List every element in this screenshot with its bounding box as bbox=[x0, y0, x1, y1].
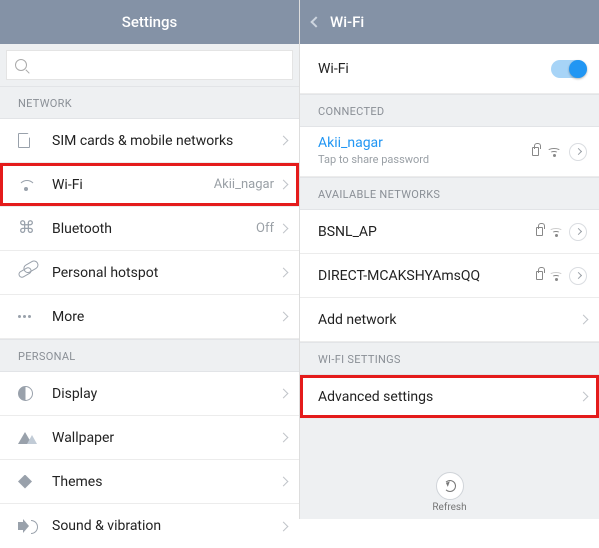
more-icon bbox=[18, 315, 31, 318]
row-label: Bluetooth bbox=[52, 221, 256, 237]
network-row[interactable]: DIRECT-MCAKSHYAmsQQ bbox=[300, 254, 599, 298]
row-label: Display bbox=[52, 386, 280, 402]
wifi-signal-icon bbox=[547, 145, 561, 159]
row-label: More bbox=[52, 309, 280, 325]
network-ssid: DIRECT-MCAKSHYAmsQQ bbox=[318, 268, 530, 284]
row-label: Themes bbox=[52, 474, 280, 490]
row-label: SIM cards & mobile networks bbox=[52, 133, 280, 149]
search-icon bbox=[15, 59, 27, 71]
row-wallpaper[interactable]: Wallpaper bbox=[0, 416, 299, 460]
lock-icon bbox=[532, 147, 539, 156]
row-display[interactable]: Display bbox=[0, 372, 299, 416]
details-button[interactable] bbox=[569, 143, 587, 161]
refresh-icon bbox=[444, 480, 456, 492]
search-input[interactable] bbox=[6, 50, 293, 80]
search-bar-wrap bbox=[0, 44, 299, 86]
bluetooth-icon: ⌘ bbox=[18, 220, 35, 237]
chevron-right-icon bbox=[579, 315, 589, 325]
display-icon bbox=[18, 386, 33, 401]
network-ssid: BSNL_AP bbox=[318, 224, 530, 240]
row-label: Wi-Fi bbox=[52, 177, 214, 193]
details-button[interactable] bbox=[569, 223, 587, 241]
row-value: Akii_nagar bbox=[214, 177, 274, 192]
refresh-control[interactable]: Refresh bbox=[300, 472, 599, 513]
chevron-right-icon bbox=[279, 224, 289, 234]
connected-network[interactable]: Akii_nagar Tap to share password bbox=[300, 127, 599, 177]
row-label: Wallpaper bbox=[52, 430, 280, 446]
row-hotspot[interactable]: Personal hotspot bbox=[0, 251, 299, 295]
refresh-label: Refresh bbox=[432, 502, 466, 513]
section-header-available: AVAILABLE NETWORKS bbox=[300, 177, 599, 210]
row-wifi[interactable]: Wi-Fi Akii_nagar bbox=[0, 163, 299, 207]
row-label: Add network bbox=[318, 312, 574, 328]
chevron-right-icon bbox=[279, 389, 289, 399]
hotspot-icon bbox=[17, 266, 33, 279]
wifi-toggle[interactable] bbox=[551, 60, 587, 78]
themes-icon bbox=[18, 475, 32, 489]
details-button[interactable] bbox=[569, 267, 587, 285]
chevron-right-icon bbox=[279, 268, 289, 278]
wifi-icon bbox=[18, 179, 34, 191]
wifi-header: Wi-Fi bbox=[300, 0, 599, 44]
row-label: Advanced settings bbox=[318, 389, 574, 405]
refresh-button[interactable] bbox=[436, 472, 464, 500]
section-header-wifi-settings: WI-FI SETTINGS bbox=[300, 342, 599, 375]
row-more[interactable]: More bbox=[0, 295, 299, 339]
row-label: Wi-Fi bbox=[318, 61, 545, 77]
wifi-title: Wi-Fi bbox=[330, 13, 364, 31]
chevron-right-icon bbox=[279, 136, 289, 146]
chevron-right-icon bbox=[279, 180, 289, 190]
chevron-right-icon bbox=[279, 477, 289, 487]
row-bluetooth[interactable]: ⌘ Bluetooth Off bbox=[0, 207, 299, 251]
wallpaper-icon bbox=[18, 432, 32, 444]
wifi-signal-icon bbox=[549, 269, 563, 283]
section-header-network: NETWORK bbox=[0, 86, 299, 119]
row-sound[interactable]: Sound & vibration bbox=[0, 504, 299, 548]
lock-icon bbox=[536, 227, 543, 236]
network-row[interactable]: BSNL_AP bbox=[300, 210, 599, 254]
row-themes[interactable]: Themes bbox=[0, 460, 299, 504]
row-label: Personal hotspot bbox=[52, 265, 280, 281]
chevron-right-icon bbox=[279, 521, 289, 531]
settings-header: Settings bbox=[0, 0, 299, 44]
section-header-connected: CONNECTED bbox=[300, 94, 599, 127]
advanced-settings-row[interactable]: Advanced settings bbox=[300, 375, 599, 419]
chevron-right-icon bbox=[279, 433, 289, 443]
back-icon[interactable] bbox=[310, 16, 321, 27]
chevron-right-icon bbox=[279, 312, 289, 322]
sim-icon bbox=[18, 133, 30, 148]
settings-title: Settings bbox=[122, 13, 178, 31]
row-value: Off bbox=[256, 221, 274, 236]
wifi-master-toggle-row[interactable]: Wi-Fi bbox=[300, 44, 599, 94]
section-header-personal: PERSONAL bbox=[0, 339, 299, 372]
row-label: Sound & vibration bbox=[52, 518, 280, 534]
add-network-row[interactable]: Add network bbox=[300, 298, 599, 342]
chevron-right-icon bbox=[579, 392, 589, 402]
sound-icon bbox=[18, 522, 23, 530]
row-sim-cards[interactable]: SIM cards & mobile networks bbox=[0, 119, 299, 163]
lock-icon bbox=[536, 271, 543, 280]
wifi-signal-icon bbox=[549, 225, 563, 239]
